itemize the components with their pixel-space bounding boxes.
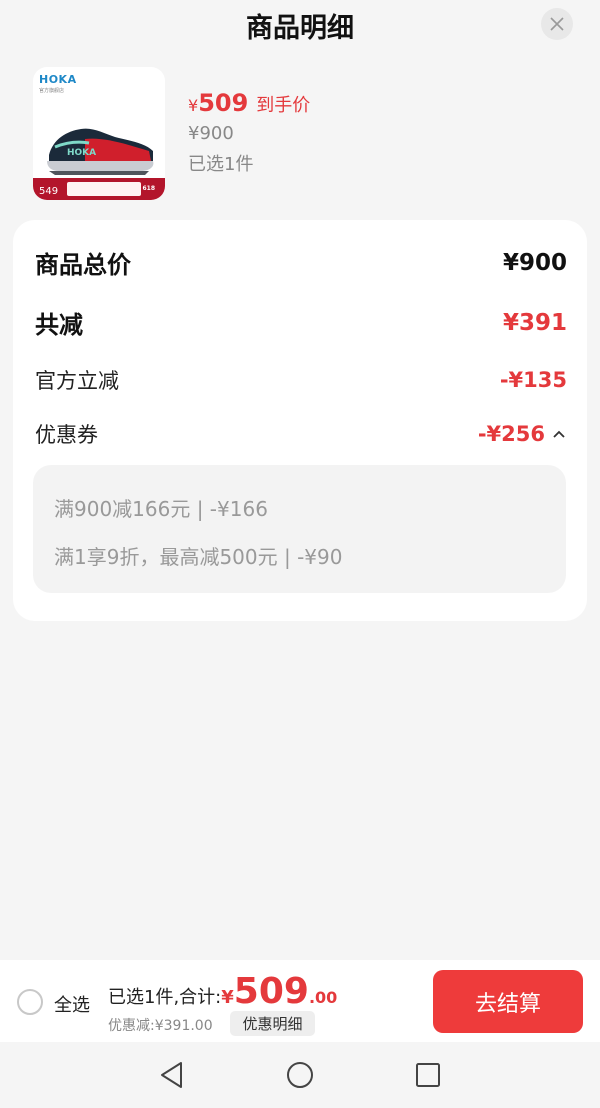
- total-price-row: 商品总价 ¥900: [35, 245, 567, 280]
- checkout-button[interactable]: 去结算: [433, 970, 583, 1033]
- official-discount-label: 官方立减: [35, 369, 119, 393]
- recent-square-icon[interactable]: [413, 1060, 443, 1090]
- select-all-label[interactable]: 全选: [54, 991, 90, 1017]
- sum-integer: 509: [233, 971, 309, 1012]
- price-breakdown-card: 商品总价 ¥900 共减 ¥391 官方立减 -¥135 优惠券 -¥256 满…: [13, 220, 587, 621]
- discount-total: 优惠减:¥391.00: [108, 1018, 213, 1034]
- select-all-checkbox[interactable]: [17, 989, 43, 1015]
- sum-label: 已选1件,合计:: [108, 987, 222, 1008]
- coupon-row[interactable]: 优惠券 -¥256: [35, 419, 567, 449]
- original-price: ¥900: [188, 123, 234, 144]
- total-reduce-label: 共减: [35, 311, 83, 339]
- sum-currency: ¥: [221, 987, 234, 1008]
- official-discount-row: 官方立减 -¥135: [35, 365, 567, 395]
- close-button[interactable]: [541, 8, 573, 40]
- coupon-item: 满900减166元 | -¥166: [54, 497, 268, 521]
- page-title: 商品明细: [246, 12, 354, 44]
- coupon-item: 满1享9折，最高减500元 | -¥90: [54, 545, 343, 569]
- banner-event: 618: [142, 185, 155, 192]
- coupon-value: -¥256: [477, 422, 545, 446]
- checkout-bar: 全选 已选1件,合计: ¥ 509 .00 优惠减:¥391.00 优惠明细 去…: [0, 960, 600, 1042]
- total-reduce-row: 共减 ¥391: [35, 305, 567, 340]
- home-circle-icon[interactable]: [285, 1060, 315, 1090]
- store-label: 官方旗舰店: [39, 88, 65, 94]
- product-thumbnail[interactable]: HOKA 官方旗舰店 HOKA 549 618: [33, 67, 165, 200]
- currency-symbol: ¥: [188, 96, 199, 115]
- coupon-label: 优惠券: [35, 423, 98, 447]
- sum-decimal: .00: [308, 988, 338, 1007]
- final-price-tag: 到手价: [256, 95, 311, 116]
- system-nav-bar: [0, 1042, 600, 1108]
- coupon-detail-box: 满900减166元 | -¥166 满1享9折，最高减500元 | -¥90: [33, 465, 566, 593]
- header: 商品明细: [0, 0, 600, 50]
- coupon-value-group[interactable]: -¥256: [478, 422, 567, 446]
- total-price-value: ¥900: [502, 249, 567, 276]
- close-icon: [550, 17, 564, 31]
- official-discount-value: -¥135: [499, 368, 567, 392]
- product-info: ¥ 509 到手价 ¥900 已选1件: [188, 89, 310, 176]
- selected-count: 已选1件: [188, 154, 254, 175]
- back-triangle-icon[interactable]: [157, 1060, 187, 1090]
- product-card: HOKA 官方旗舰店 HOKA 549 618 ¥ 509 到手价 ¥900 已…: [33, 67, 573, 202]
- promo-banner-detail: [67, 182, 141, 196]
- discount-detail-button[interactable]: 优惠明细: [230, 1011, 315, 1036]
- brand-logo: HOKA: [39, 73, 77, 86]
- final-price: 509: [198, 89, 249, 117]
- chevron-up-icon[interactable]: [551, 426, 567, 442]
- banner-price: 549: [39, 186, 59, 197]
- svg-text:HOKA: HOKA: [67, 148, 96, 158]
- final-price-row: ¥ 509 到手价: [188, 89, 310, 117]
- total-price-label: 商品总价: [35, 251, 131, 279]
- promo-banner: 549 618: [33, 178, 165, 200]
- sum-line: 已选1件,合计: ¥ 509 .00: [108, 971, 337, 1012]
- total-reduce-value: ¥391: [502, 309, 567, 336]
- shoe-image: HOKA: [47, 128, 154, 175]
